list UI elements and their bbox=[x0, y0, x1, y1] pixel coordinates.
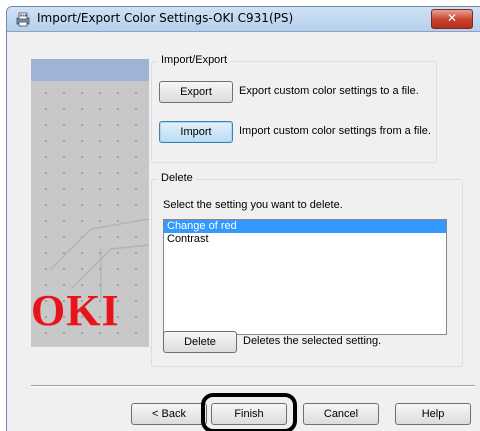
close-icon: ✕ bbox=[446, 11, 458, 25]
title-bar[interactable]: Import/Export Color Settings-OKI C931(PS… bbox=[7, 7, 480, 32]
import-description: Import custom color settings from a file… bbox=[239, 125, 431, 137]
delete-button[interactable]: Delete bbox=[163, 331, 237, 353]
printer-banner-image: OKI bbox=[31, 59, 149, 347]
help-button[interactable]: Help bbox=[395, 403, 471, 425]
finish-highlight-ring bbox=[201, 393, 297, 431]
footer-separator bbox=[31, 385, 475, 387]
back-button[interactable]: < Back bbox=[131, 403, 207, 425]
list-item[interactable]: Contrast bbox=[164, 233, 446, 246]
cancel-button[interactable]: Cancel bbox=[303, 403, 379, 425]
window-title: Import/Export Color Settings-OKI C931(PS… bbox=[37, 11, 294, 25]
import-button[interactable]: Import bbox=[159, 121, 233, 143]
delete-description: Deletes the selected setting. bbox=[243, 335, 382, 347]
delete-group-label: Delete bbox=[158, 172, 196, 184]
close-button[interactable]: ✕ bbox=[431, 9, 473, 29]
dialog-window: Import/Export Color Settings-OKI C931(PS… bbox=[6, 6, 480, 431]
export-description: Export custom color settings to a file. bbox=[239, 85, 419, 97]
settings-listbox[interactable]: Change of red Contrast bbox=[163, 219, 447, 335]
list-item[interactable]: Change of red bbox=[164, 220, 446, 233]
import-export-group: Import/Export bbox=[151, 54, 437, 163]
import-export-group-label: Import/Export bbox=[158, 54, 231, 66]
printer-settings-icon bbox=[16, 12, 30, 27]
delete-instruction: Select the setting you want to delete. bbox=[163, 199, 343, 211]
export-button[interactable]: Export bbox=[159, 81, 233, 103]
oki-logo: OKI bbox=[31, 286, 120, 335]
